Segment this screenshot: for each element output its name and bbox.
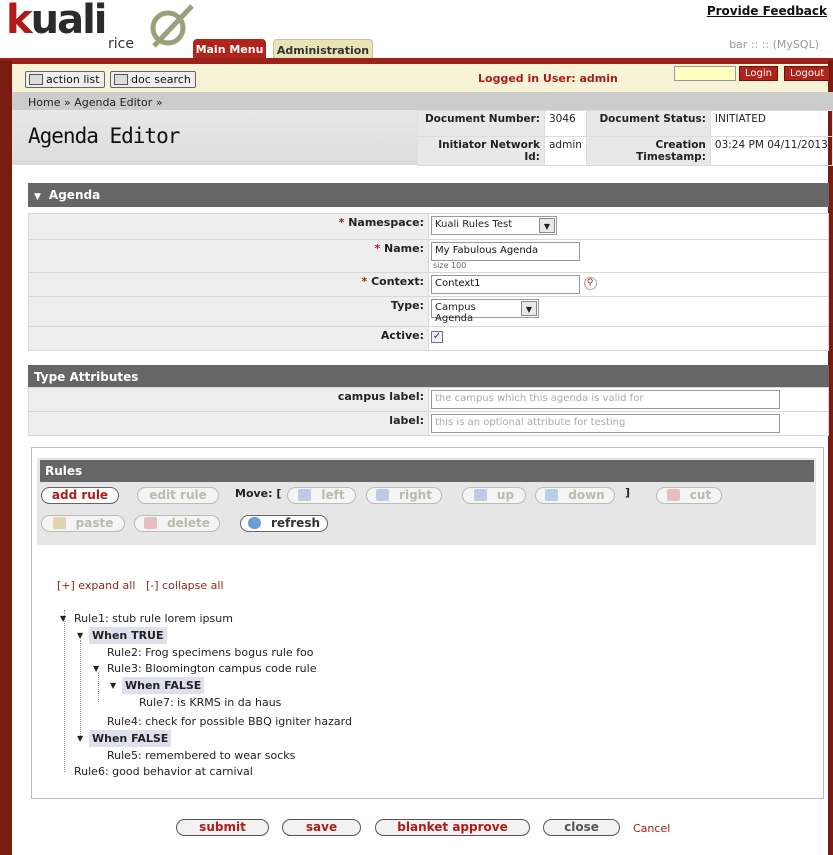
move-label: Move: [	[235, 487, 282, 500]
left-border	[0, 60, 12, 855]
tree-rule6[interactable]: Rule6: good behavior at carnival	[74, 765, 253, 778]
right-border	[828, 60, 833, 855]
search-icon	[114, 74, 128, 85]
agenda-section-header[interactable]: ▼ Agenda	[28, 183, 829, 207]
action-list-button[interactable]: action list	[25, 71, 105, 88]
name-label: * Name:	[28, 239, 429, 273]
move-bracket: ]	[625, 486, 631, 499]
tree-rule3[interactable]: Rule3: Bloomington campus code rule	[107, 662, 316, 675]
doc-status-label: Document Status:	[585, 110, 711, 137]
agenda-form: * Namespace: Kuali Rules Test ▼ * Name: M…	[28, 213, 829, 351]
delete-button[interactable]: delete	[134, 515, 220, 532]
context-label: * Context:	[28, 272, 429, 297]
collapse-triangle-icon[interactable]: ▼	[77, 631, 83, 640]
context-input[interactable]: Context1	[431, 275, 580, 294]
document-header: Document Number: 3046 Document Status: I…	[417, 110, 833, 166]
tree-when-false-2[interactable]: When FALSE	[89, 730, 172, 747]
scissors-icon	[666, 489, 680, 501]
arrow-down-icon	[545, 489, 559, 501]
doc-number-label: Document Number:	[417, 110, 545, 137]
label-label: label:	[28, 411, 429, 436]
submit-button[interactable]: submit	[176, 819, 269, 836]
lookup-icon[interactable]: ⚲	[583, 277, 597, 290]
type-attributes-form: campus label: the campus which this agen…	[28, 387, 829, 436]
move-up-button[interactable]: up	[462, 487, 526, 504]
tree-rule7[interactable]: Rule7: is KRMS in da haus	[139, 696, 281, 709]
logo-subtitle: rice	[108, 36, 134, 52]
initiator: admin	[544, 136, 587, 166]
delete-x-icon	[144, 517, 158, 529]
collapse-triangle-icon[interactable]: ▼	[93, 664, 99, 673]
login-button[interactable]: Login	[739, 66, 778, 81]
database-info: bar :: :: (MySQL)	[729, 38, 819, 51]
type-label: Type:	[28, 296, 429, 327]
login-username-input[interactable]	[674, 66, 736, 81]
collapse-triangle-icon[interactable]: ▼	[77, 734, 83, 743]
namespace-select[interactable]: Kuali Rules Test ▼	[431, 216, 557, 235]
move-left-button[interactable]: left	[287, 487, 356, 504]
collapse-triangle-icon: ▼	[34, 192, 41, 202]
paste-button[interactable]: paste	[41, 515, 125, 532]
created: 03:24 PM 04/11/2013	[709, 136, 833, 166]
doc-status: INITIATED	[709, 110, 833, 137]
tree-rule1[interactable]: Rule1: stub rule lorem ipsum	[74, 612, 233, 625]
created-label: Creation Timestamp:	[585, 136, 711, 166]
edit-rule-button[interactable]: edit rule	[137, 487, 219, 504]
name-size-hint: size 100	[433, 261, 467, 270]
provide-feedback-link[interactable]: Provide Feedback	[707, 4, 827, 18]
expand-all-link[interactable]: [+] expand all	[57, 579, 135, 592]
namespace-label: * Namespace:	[28, 213, 429, 240]
doc-search-button[interactable]: doc search	[110, 71, 196, 88]
tree-line	[64, 610, 65, 772]
arrow-up-icon	[473, 489, 487, 501]
tree-rule5[interactable]: Rule5: remembered to wear socks	[107, 749, 295, 762]
campus-label: campus label:	[28, 387, 429, 412]
arrow-left-icon	[298, 489, 312, 501]
collapse-triangle-icon[interactable]: ▼	[110, 681, 116, 690]
save-button[interactable]: save	[282, 819, 361, 836]
add-rule-button[interactable]: add rule	[41, 487, 119, 504]
header: kuali rice Main Menu Administration Prov…	[0, 0, 833, 62]
tree-when-true[interactable]: When TRUE	[89, 627, 167, 644]
close-button[interactable]: close	[543, 819, 620, 836]
clipboard-icon	[52, 517, 66, 529]
initiator-label: Initiator Network Id:	[417, 136, 545, 166]
doc-number: 3046	[544, 110, 587, 137]
active-checkbox[interactable]: ✓	[431, 331, 443, 343]
type-attributes-header: Type Attributes	[28, 365, 829, 389]
collapse-all-link[interactable]: [-] collapse all	[146, 579, 224, 592]
arrow-right-icon	[376, 489, 390, 501]
label-input[interactable]: this is an optional attribute for testin…	[431, 414, 780, 433]
rice-seal-icon	[150, 4, 194, 48]
logged-in-user: Logged in User: admin	[478, 72, 618, 85]
refresh-icon	[247, 517, 261, 529]
campus-input[interactable]: the campus which this agenda is valid fo…	[431, 390, 780, 409]
tree-when-false-1[interactable]: When FALSE	[122, 677, 205, 694]
blanket-approve-button[interactable]: blanket approve	[375, 819, 530, 836]
kuali-logo: kuali	[6, 0, 107, 43]
tree-line	[98, 672, 99, 702]
tree-line	[80, 640, 81, 740]
cancel-link[interactable]: Cancel	[633, 822, 670, 835]
name-input[interactable]: My Fabulous Agenda	[431, 242, 580, 261]
chevron-down-icon: ▼	[521, 301, 537, 316]
logout-button[interactable]: Logout	[784, 66, 831, 81]
tree-rule4[interactable]: Rule4: check for possible BBQ igniter ha…	[107, 715, 352, 728]
chevron-down-icon: ▼	[539, 218, 555, 233]
type-select[interactable]: Campus Agenda ▼	[431, 299, 539, 324]
refresh-button[interactable]: refresh	[240, 515, 328, 532]
rules-section-header: Rules	[40, 460, 814, 482]
page-title: Agenda Editor	[28, 124, 180, 148]
tree-rule2[interactable]: Rule2: Frog specimens bogus rule foo	[107, 646, 313, 659]
move-right-button[interactable]: right	[366, 487, 442, 504]
collapse-triangle-icon[interactable]: ▼	[60, 614, 66, 623]
active-label: Active:	[28, 326, 429, 351]
move-down-button[interactable]: down	[535, 487, 615, 504]
breadcrumb[interactable]: Home » Agenda Editor »	[28, 96, 162, 109]
list-icon	[29, 74, 43, 85]
cut-button[interactable]: cut	[656, 487, 722, 504]
